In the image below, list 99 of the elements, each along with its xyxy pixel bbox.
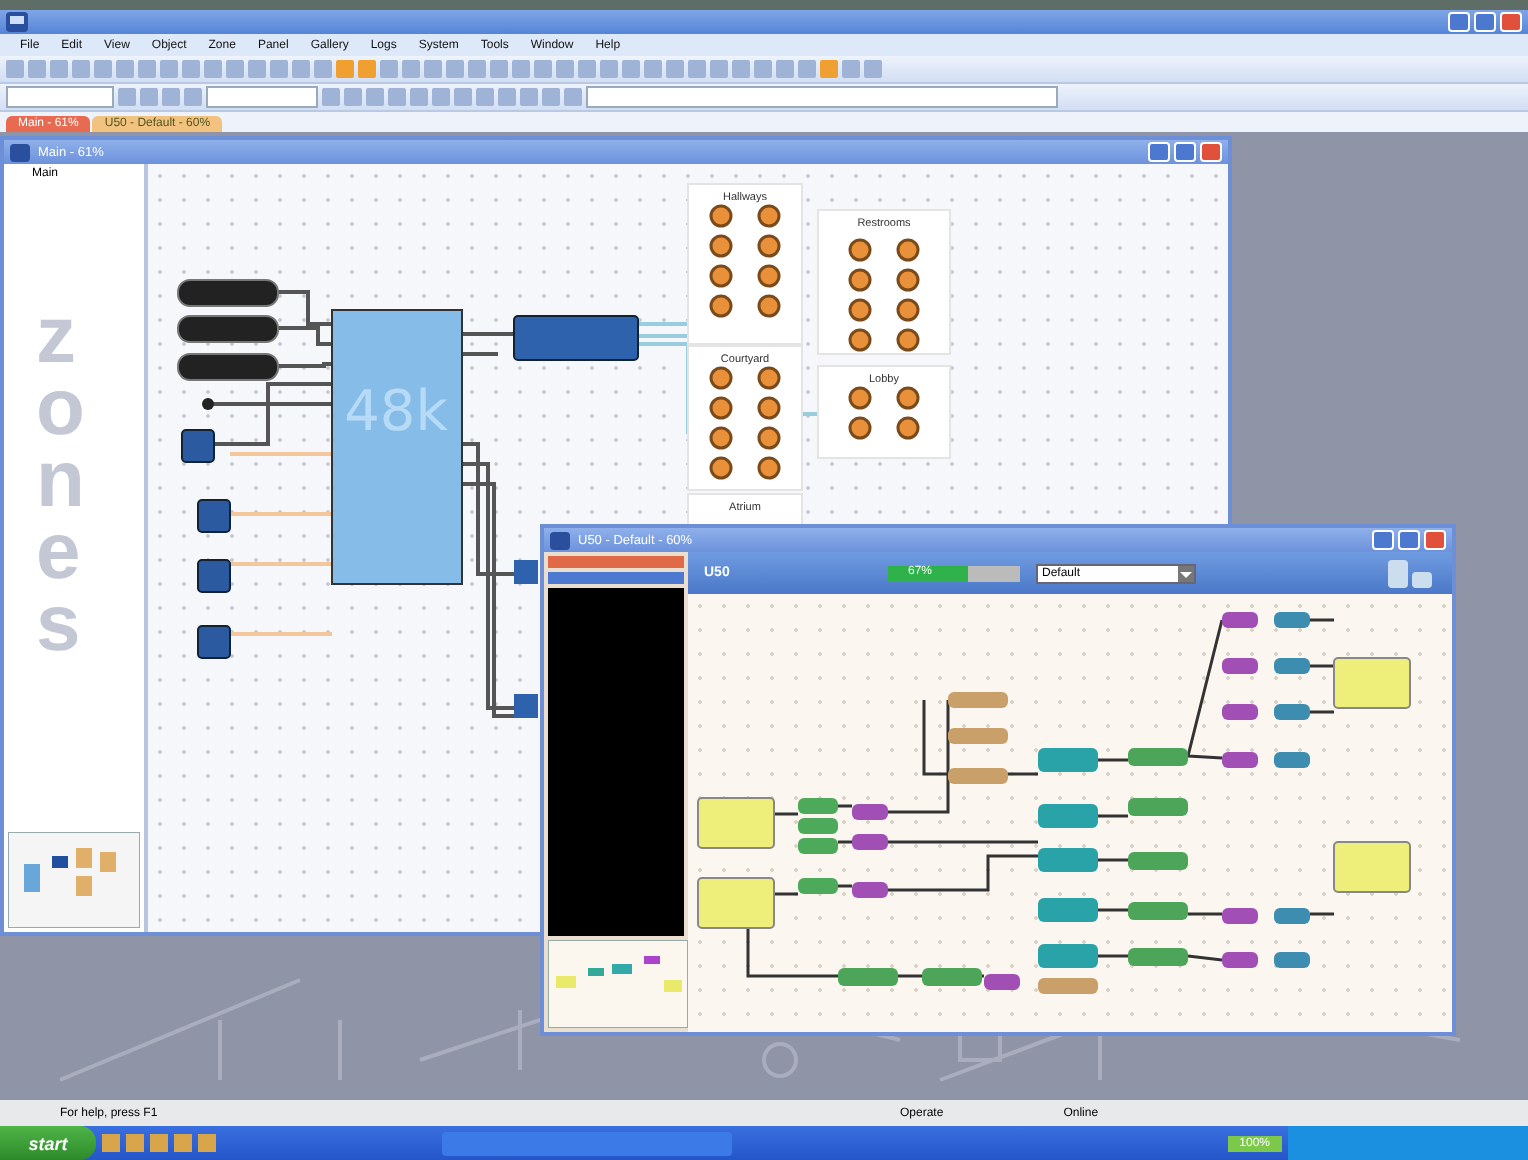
maximize-button[interactable] (1174, 142, 1196, 162)
signal-node (1038, 748, 1098, 772)
signal-node (1274, 612, 1310, 628)
dropdown-arrow-icon (1178, 565, 1194, 581)
speaker-icon (757, 264, 781, 288)
sidebar-watermark: zones (36, 300, 87, 672)
signal-node (1128, 948, 1188, 966)
speaker-icon (757, 456, 781, 480)
signal-node (948, 728, 1008, 744)
maximize-button[interactable] (1398, 530, 1420, 550)
signal-node (1128, 852, 1188, 870)
speaker-icon (896, 268, 920, 292)
speaker-icon (757, 294, 781, 318)
signal-node (798, 838, 838, 854)
close-button[interactable] (1200, 142, 1222, 162)
window-icon (10, 143, 30, 161)
signal-node (852, 834, 888, 850)
speaker-icon (848, 268, 872, 292)
io-block (1333, 841, 1411, 893)
size-dropdown[interactable] (206, 86, 318, 108)
speaker-icon (896, 298, 920, 322)
speaker-icon (709, 366, 733, 390)
device-node (197, 625, 231, 659)
io-block (1333, 657, 1411, 709)
window-icon (550, 531, 570, 549)
output-module (513, 315, 639, 361)
signal-node (948, 768, 1008, 784)
speaker-icon (709, 294, 733, 318)
taskbar-window-button[interactable] (442, 1131, 732, 1155)
speaker-icon (848, 298, 872, 322)
signal-node (1222, 908, 1258, 924)
device-node (197, 559, 231, 593)
speaker-icon (757, 426, 781, 450)
signal-node (1038, 978, 1098, 994)
signal-node (1222, 612, 1258, 628)
signal-node (838, 968, 898, 986)
font-dropdown[interactable] (6, 86, 114, 108)
speaker-icon (709, 264, 733, 288)
device-logo-icon (1384, 555, 1436, 591)
device-module (177, 353, 279, 381)
signal-node (1038, 848, 1098, 872)
panel-list-item[interactable] (548, 572, 684, 584)
signal-node (798, 878, 838, 894)
speaker-icon (848, 238, 872, 262)
signal-node (1038, 804, 1098, 828)
speaker-icon (757, 366, 781, 390)
speaker-icon (757, 234, 781, 258)
io-block (697, 877, 775, 929)
signal-node (1274, 704, 1310, 720)
close-button[interactable] (1424, 530, 1446, 550)
signal-node (852, 882, 888, 898)
device-module (177, 279, 279, 307)
speaker-icon (896, 386, 920, 410)
device-node (197, 499, 231, 533)
speaker-icon (709, 234, 733, 258)
minimize-button[interactable] (1372, 530, 1394, 550)
speaker-icon (848, 328, 872, 352)
device-node (181, 429, 215, 463)
panel-header (548, 556, 684, 568)
speaker-icon (757, 204, 781, 228)
output-node (514, 694, 538, 718)
start-button[interactable]: start (0, 1126, 96, 1160)
signal-node (1274, 658, 1310, 674)
signal-node (1222, 704, 1258, 720)
signal-node (1128, 798, 1188, 816)
speaker-icon (709, 204, 733, 228)
signal-node (852, 804, 888, 820)
signal-node (798, 818, 838, 834)
device-module (177, 315, 279, 343)
signal-node (1274, 952, 1310, 968)
minimize-button[interactable] (1148, 142, 1170, 162)
signal-node (1038, 898, 1098, 922)
signal-node (1222, 752, 1258, 768)
speaker-icon (848, 416, 872, 440)
speaker-icon (896, 328, 920, 352)
app-icon (6, 12, 28, 32)
speaker-icon (709, 426, 733, 450)
signal-node (798, 798, 838, 814)
address-field[interactable] (586, 86, 1058, 108)
minimize-button[interactable] (1448, 12, 1470, 32)
output-node (514, 560, 538, 584)
io-block (697, 797, 775, 849)
speaker-icon (848, 386, 872, 410)
signal-node (948, 692, 1008, 708)
speaker-icon (896, 238, 920, 262)
signal-node (1038, 944, 1098, 968)
maximize-button[interactable] (1474, 12, 1496, 32)
speaker-icon (709, 456, 733, 480)
signal-node (1274, 752, 1310, 768)
signal-node (1128, 748, 1188, 766)
close-button[interactable] (1500, 12, 1522, 32)
connector-dot (202, 398, 214, 410)
speaker-icon (757, 396, 781, 420)
speaker-icon (896, 416, 920, 440)
signal-node (1222, 658, 1258, 674)
speaker-icon (709, 396, 733, 420)
signal-node (1128, 902, 1188, 920)
signal-node (1274, 908, 1310, 924)
signal-node (1222, 952, 1258, 968)
